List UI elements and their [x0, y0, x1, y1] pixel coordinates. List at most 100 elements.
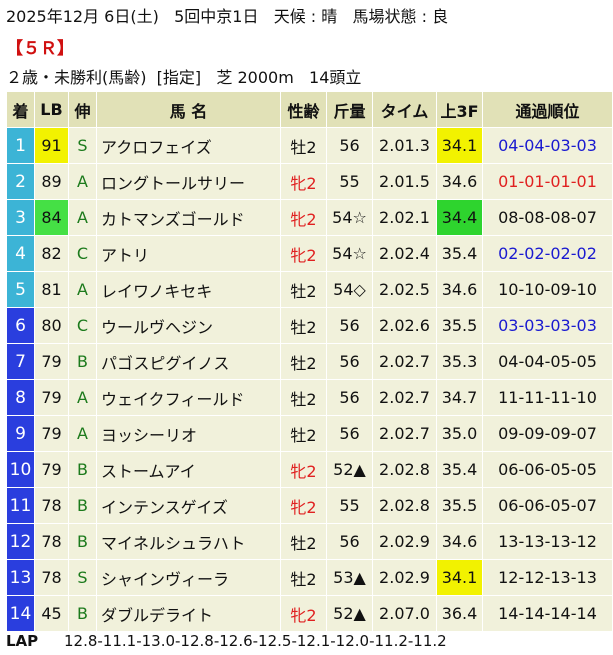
carried-weight-cell: 54☆	[326, 199, 373, 236]
sex-age-cell: 牡2	[280, 379, 327, 416]
horse-name-cell: シャインヴィーラ	[96, 559, 281, 596]
finish-time-cell: 2.02.7	[372, 379, 437, 416]
finish-position-cell: 3	[6, 199, 35, 236]
finish-time-cell: 2.01.3	[372, 127, 437, 164]
lb-rating-cell: 79	[34, 451, 69, 488]
grade-cell: C	[68, 235, 97, 272]
grade-cell: B	[68, 487, 97, 524]
finish-time-cell: 2.01.5	[372, 163, 437, 200]
finish-position-cell: 2	[6, 163, 35, 200]
grade-cell: A	[68, 379, 97, 416]
race-conditions: ２歳・未勝利(馬齢) [指定] 芝 2000m 14頭立	[6, 68, 362, 87]
finish-time-cell: 2.02.9	[372, 523, 437, 560]
sex-age-cell: 牡2	[280, 271, 327, 308]
lb-rating-cell: 45	[34, 595, 69, 632]
horse-name-cell: ストームアイ	[96, 451, 281, 488]
lb-rating-cell: 80	[34, 307, 69, 344]
sex-age-cell: 牝2	[280, 163, 327, 200]
sex-age-cell: 牝2	[280, 451, 327, 488]
lb-rating-cell: 79	[34, 379, 69, 416]
last-3f-cell: 34.6	[436, 163, 483, 200]
grade-cell: A	[68, 199, 97, 236]
passing-order-cell: 01-01-01-01	[482, 163, 613, 200]
lap-times: 12.8-11.1-13.0-12.8-12.6-12.5-12.1-12.0-…	[64, 632, 447, 650]
last-3f-cell: 34.7	[436, 379, 483, 416]
horse-name-cell: ダブルデライト	[96, 595, 281, 632]
last-3f-cell: 34.6	[436, 271, 483, 308]
horse-name-cell: アトリ	[96, 235, 281, 272]
grade-cell: C	[68, 307, 97, 344]
grade-cell: B	[68, 451, 97, 488]
passing-order-cell: 09-09-09-07	[482, 415, 613, 452]
passing-order-cell: 04-04-05-05	[482, 343, 613, 380]
grade-cell: B	[68, 595, 97, 632]
finish-position-cell: 13	[6, 559, 35, 596]
table-row: 1 91 S アクロフェイズ 牡2 56 2.01.3 34.1 04-04-03-03	[6, 127, 613, 164]
grade-cell: A	[68, 163, 97, 200]
passing-order-cell: 14-14-14-14	[482, 595, 613, 632]
grade-cell: A	[68, 415, 97, 452]
last-3f-cell: 35.5	[436, 307, 483, 344]
finish-time-cell: 2.07.0	[372, 595, 437, 632]
horse-name-cell: アクロフェイズ	[96, 127, 281, 164]
carried-weight-cell: 54☆	[326, 235, 373, 272]
table-row: 4 82 C アトリ 牝2 54☆ 2.02.4 35.4 02-02-02-02	[6, 235, 613, 272]
sex-age-cell: 牡2	[280, 523, 327, 560]
table-row: 5 81 A レイワノキセキ 牡2 54◇ 2.02.5 34.6 10-10-09-10	[6, 271, 613, 308]
lb-rating-cell: 81	[34, 271, 69, 308]
lb-rating-cell: 79	[34, 343, 69, 380]
lb-rating-cell: 91	[34, 127, 69, 164]
lb-rating-cell: 78	[34, 523, 69, 560]
lb-rating-cell: 78	[34, 559, 69, 596]
col-header-last3f: 上3F	[436, 91, 483, 128]
carried-weight-cell: 56	[326, 307, 373, 344]
header-row: 着 LB 伸 馬 名 性齢 斤量 タイム 上3F 通過順位	[6, 91, 613, 128]
table-row: 8 79 A ウェイクフィールド 牡2 56 2.02.7 34.7 11-11-11-10	[6, 379, 613, 416]
table-row: 6 80 C ウールヴヘジン 牡2 56 2.02.6 35.5 03-03-03-03	[6, 307, 613, 344]
finish-position-cell: 8	[6, 379, 35, 416]
horse-name-cell: ウェイクフィールド	[96, 379, 281, 416]
carried-weight-cell: 55	[326, 487, 373, 524]
sex-age-cell: 牝2	[280, 487, 327, 524]
finish-position-cell: 4	[6, 235, 35, 272]
race-date-info: 2025年12月 6日(土) 5回中京1日 天候 : 晴 馬場状態 : 良	[6, 7, 449, 26]
finish-time-cell: 2.02.6	[372, 307, 437, 344]
finish-position-cell: 10	[6, 451, 35, 488]
passing-order-cell: 06-06-05-07	[482, 487, 613, 524]
sex-age-cell: 牡2	[280, 127, 327, 164]
table-row: 10 79 B ストームアイ 牝2 52▲ 2.02.8 35.4 06-06-05-05	[6, 451, 613, 488]
col-header-passing: 通過順位	[482, 91, 613, 128]
table-row: 3 84 A カトマンズゴールド 牝2 54☆ 2.02.1 34.4 08-08-08-07	[6, 199, 613, 236]
sex-age-cell: 牡2	[280, 559, 327, 596]
col-header-sex-age: 性齢	[280, 91, 327, 128]
lb-rating-cell: 82	[34, 235, 69, 272]
last-3f-cell: 36.4	[436, 595, 483, 632]
carried-weight-cell: 55	[326, 163, 373, 200]
grade-cell: B	[68, 523, 97, 560]
horse-name-cell: ウールヴヘジン	[96, 307, 281, 344]
passing-order-cell: 04-04-03-03	[482, 127, 613, 164]
finish-position-cell: 5	[6, 271, 35, 308]
grade-cell: S	[68, 127, 97, 164]
table-row: 14 45 B ダブルデライト 牝2 52▲ 2.07.0 36.4 14-14-14-14	[6, 595, 613, 632]
sex-age-cell: 牡2	[280, 343, 327, 380]
finish-time-cell: 2.02.4	[372, 235, 437, 272]
passing-order-cell: 02-02-02-02	[482, 235, 613, 272]
grade-cell: S	[68, 559, 97, 596]
finish-time-cell: 2.02.8	[372, 487, 437, 524]
grade-cell: B	[68, 343, 97, 380]
carried-weight-cell: 53▲	[326, 559, 373, 596]
finish-time-cell: 2.02.7	[372, 415, 437, 452]
finish-time-cell: 2.02.1	[372, 199, 437, 236]
passing-order-cell: 06-06-05-05	[482, 451, 613, 488]
table-row: 9 79 A ヨッシーリオ 牡2 56 2.02.7 35.0 09-09-09-07	[6, 415, 613, 452]
sex-age-cell: 牡2	[280, 415, 327, 452]
finish-position-cell: 11	[6, 487, 35, 524]
sex-age-cell: 牝2	[280, 235, 327, 272]
race-number: 【５Ｒ】	[6, 39, 74, 59]
finish-position-cell: 14	[6, 595, 35, 632]
carried-weight-cell: 52▲	[326, 595, 373, 632]
passing-order-cell: 08-08-08-07	[482, 199, 613, 236]
last-3f-cell: 34.4	[436, 199, 483, 236]
lb-rating-cell: 84	[34, 199, 69, 236]
